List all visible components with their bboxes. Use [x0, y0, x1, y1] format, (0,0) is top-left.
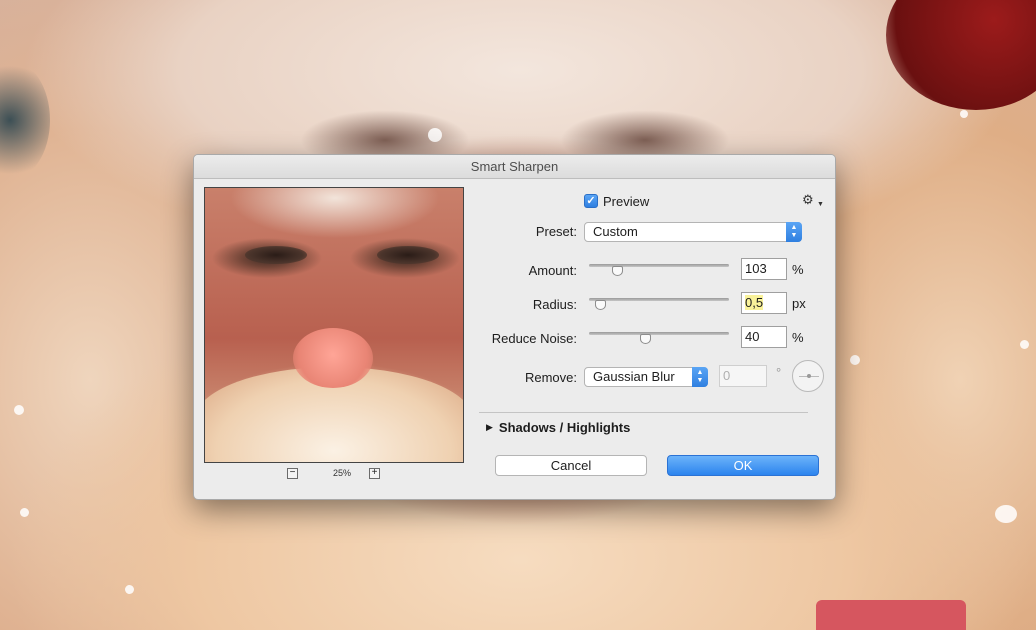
preview-checkbox-row[interactable]: ✓ Preview — [584, 193, 649, 209]
smart-sharpen-dialog: Smart Sharpen − 25% + ✓ Preview ⚙ ▼ Pres… — [193, 154, 836, 500]
up-down-chevron-icon: ▲ ▼ — [786, 222, 802, 242]
zoom-level: 25% — [332, 468, 351, 478]
dialog-title: Smart Sharpen — [194, 155, 835, 179]
preset-label: Preset: — [535, 224, 577, 239]
radius-slider-thumb[interactable] — [594, 300, 606, 310]
section-divider — [479, 412, 808, 413]
zoom-controls: − 25% + — [204, 467, 464, 483]
up-down-chevron-icon: ▲ ▼ — [692, 367, 708, 387]
preset-select[interactable]: Custom ▲ ▼ — [584, 222, 802, 242]
snowflake — [960, 110, 968, 118]
snowflake — [20, 508, 29, 517]
snowflake — [995, 505, 1017, 523]
shadows-highlights-disclosure[interactable]: ▶ Shadows / Highlights — [486, 420, 630, 435]
angle-dial-center — [807, 374, 811, 378]
preview-eye-shape — [245, 246, 307, 264]
remove-value: Gaussian Blur — [593, 369, 675, 384]
reduce-noise-slider-thumb[interactable] — [639, 334, 651, 344]
preview-image[interactable] — [204, 187, 464, 463]
chevron-down-icon[interactable]: ▼ — [817, 201, 824, 208]
preview-nose-shape — [293, 328, 373, 388]
ok-button[interactable]: OK — [667, 455, 819, 476]
angle-unit: ° — [776, 365, 782, 380]
radius-value: 0,5 — [745, 295, 764, 310]
shadows-highlights-label: Shadows / Highlights — [498, 420, 631, 435]
angle-field[interactable]: 0 — [719, 365, 767, 387]
snowflake — [1020, 340, 1029, 349]
radius-unit: px — [792, 296, 806, 311]
snowflake — [125, 585, 134, 594]
hat-shape — [886, 0, 1036, 110]
preview-eye-shape — [377, 246, 439, 264]
snowflake — [850, 355, 860, 365]
gift-shape — [816, 600, 966, 630]
preview-checkbox[interactable]: ✓ — [584, 194, 598, 208]
amount-field[interactable]: 103 — [741, 258, 787, 280]
radius-label: Radius: — [532, 297, 577, 312]
reduce-noise-slider-track[interactable] — [589, 332, 729, 335]
zoom-out-button[interactable]: − — [287, 468, 298, 479]
angle-dial[interactable] — [792, 360, 824, 392]
remove-select[interactable]: Gaussian Blur ▲ ▼ — [584, 367, 708, 387]
remove-label: Remove: — [524, 370, 577, 385]
snowflake — [14, 405, 24, 415]
triangle-right-icon: ▶ — [486, 422, 493, 432]
reduce-noise-label: Reduce Noise: — [491, 331, 577, 346]
cancel-button[interactable]: Cancel — [495, 455, 647, 476]
preview-label: Preview — [603, 193, 650, 209]
radius-slider-track[interactable] — [589, 298, 729, 301]
reduce-noise-unit: % — [792, 330, 804, 345]
zoom-in-button[interactable]: + — [369, 468, 380, 479]
amount-label: Amount: — [528, 263, 577, 278]
amount-unit: % — [792, 262, 804, 277]
snowflake — [428, 128, 442, 142]
radius-field[interactable]: 0,5 — [741, 292, 787, 314]
background-dark-shape — [0, 60, 50, 180]
amount-slider-thumb[interactable] — [611, 266, 623, 276]
preset-value: Custom — [593, 224, 638, 239]
gear-icon[interactable]: ⚙ — [802, 192, 814, 208]
reduce-noise-field[interactable]: 40 — [741, 326, 787, 348]
amount-slider-track[interactable] — [589, 264, 729, 267]
